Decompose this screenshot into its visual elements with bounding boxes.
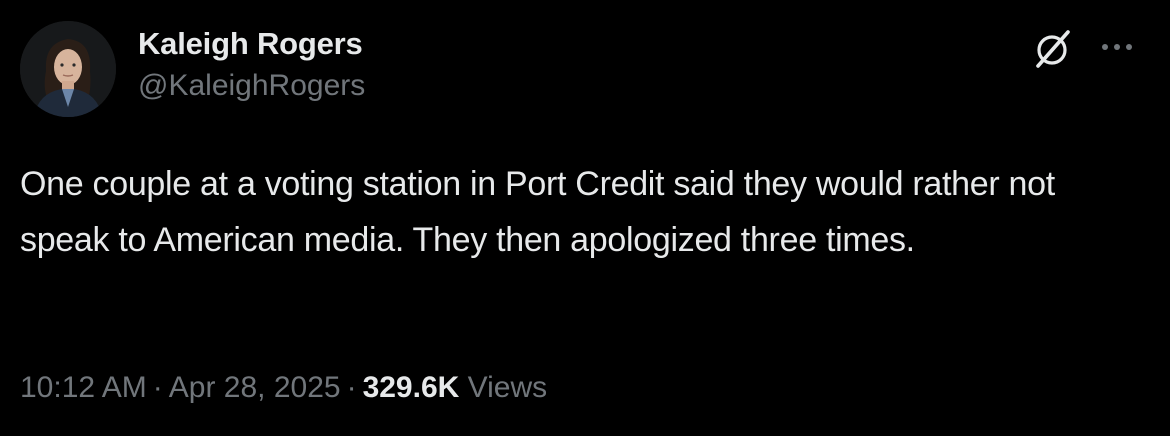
author-handle[interactable]: @KaleighRogers [138,66,365,106]
more-dots-icon[interactable] [1097,33,1137,61]
grok-icon[interactable] [1030,27,1074,71]
tweet-time[interactable]: 10:12 AM [20,371,147,404]
views-count: 329.6K [362,371,460,404]
tweet-text: One couple at a voting station in Port C… [20,165,1055,259]
views-label: Views [467,371,548,404]
avatar-photo [20,21,116,117]
tweet-card: Kaleigh Rogers @KaleighRogers One couple… [0,0,1170,436]
meta-separator: · [346,371,357,404]
author-display-name[interactable]: Kaleigh Rogers [138,24,365,64]
tweet-meta: 10:12 AM · Apr 28, 2025 · 329.6K Views [20,368,547,408]
avatar[interactable] [20,21,116,117]
tweet-date[interactable]: Apr 28, 2025 [169,371,341,404]
author-block: Kaleigh Rogers @KaleighRogers [138,24,365,106]
meta-separator: · [152,371,163,404]
